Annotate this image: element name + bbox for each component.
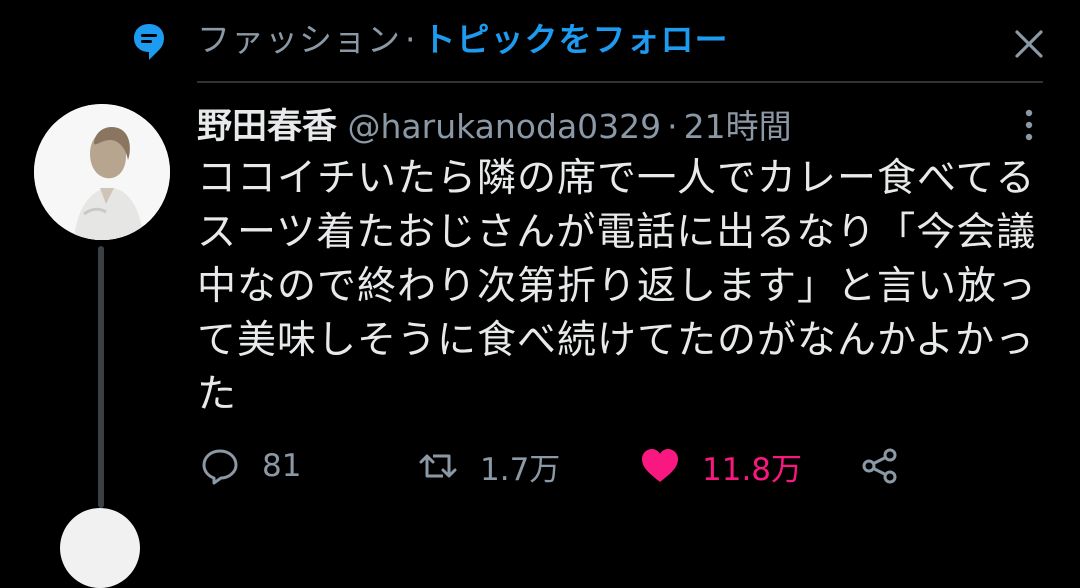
topic-bubble-icon — [134, 24, 164, 60]
reply-icon — [202, 449, 238, 485]
avatar[interactable] — [34, 104, 170, 240]
retweet-button[interactable]: 1.7万 — [418, 440, 560, 492]
topic-name[interactable]: ファッション — [197, 20, 401, 59]
next-tweet-avatar[interactable] — [60, 508, 140, 588]
tweet-actions: 81 1.7万 11.8万 — [0, 440, 1080, 492]
retweet-icon — [419, 454, 457, 478]
share-button[interactable] — [860, 440, 900, 492]
close-icon[interactable] — [1011, 26, 1047, 62]
author-name[interactable]: 野田春香 — [197, 107, 337, 147]
tweet-text: ココイチいたら隣の席で一人でカレー食べてる スーツ着たおじさんが電話に出るなり「… — [197, 156, 1038, 417]
more-vertical-icon[interactable] — [1020, 108, 1038, 142]
reply-count: 81 — [262, 448, 302, 484]
topic-line: ファッション · トピックをフォロー — [197, 20, 729, 60]
tweet-time[interactable]: 21時間 — [684, 107, 792, 146]
like-count: 11.8万 — [702, 451, 803, 488]
share-icon — [862, 448, 897, 484]
reply-button[interactable]: 81 — [200, 440, 301, 492]
topic-bar: ファッション · トピックをフォロー — [0, 0, 1080, 83]
topic-separator: · — [405, 20, 417, 59]
like-button[interactable]: 11.8万 — [640, 440, 802, 492]
avatar-photo — [34, 104, 170, 240]
follow-topic-link[interactable]: トピックをフォロー — [423, 20, 729, 59]
header-separator: · — [667, 107, 678, 146]
heart-filled-icon — [642, 449, 678, 482]
divider — [197, 81, 1043, 83]
author-handle[interactable]: @harukanoda0329 — [348, 107, 662, 146]
tweet-header: 野田春香 @harukanoda0329 · 21時間 — [197, 100, 792, 154]
retweet-count: 1.7万 — [480, 451, 561, 488]
